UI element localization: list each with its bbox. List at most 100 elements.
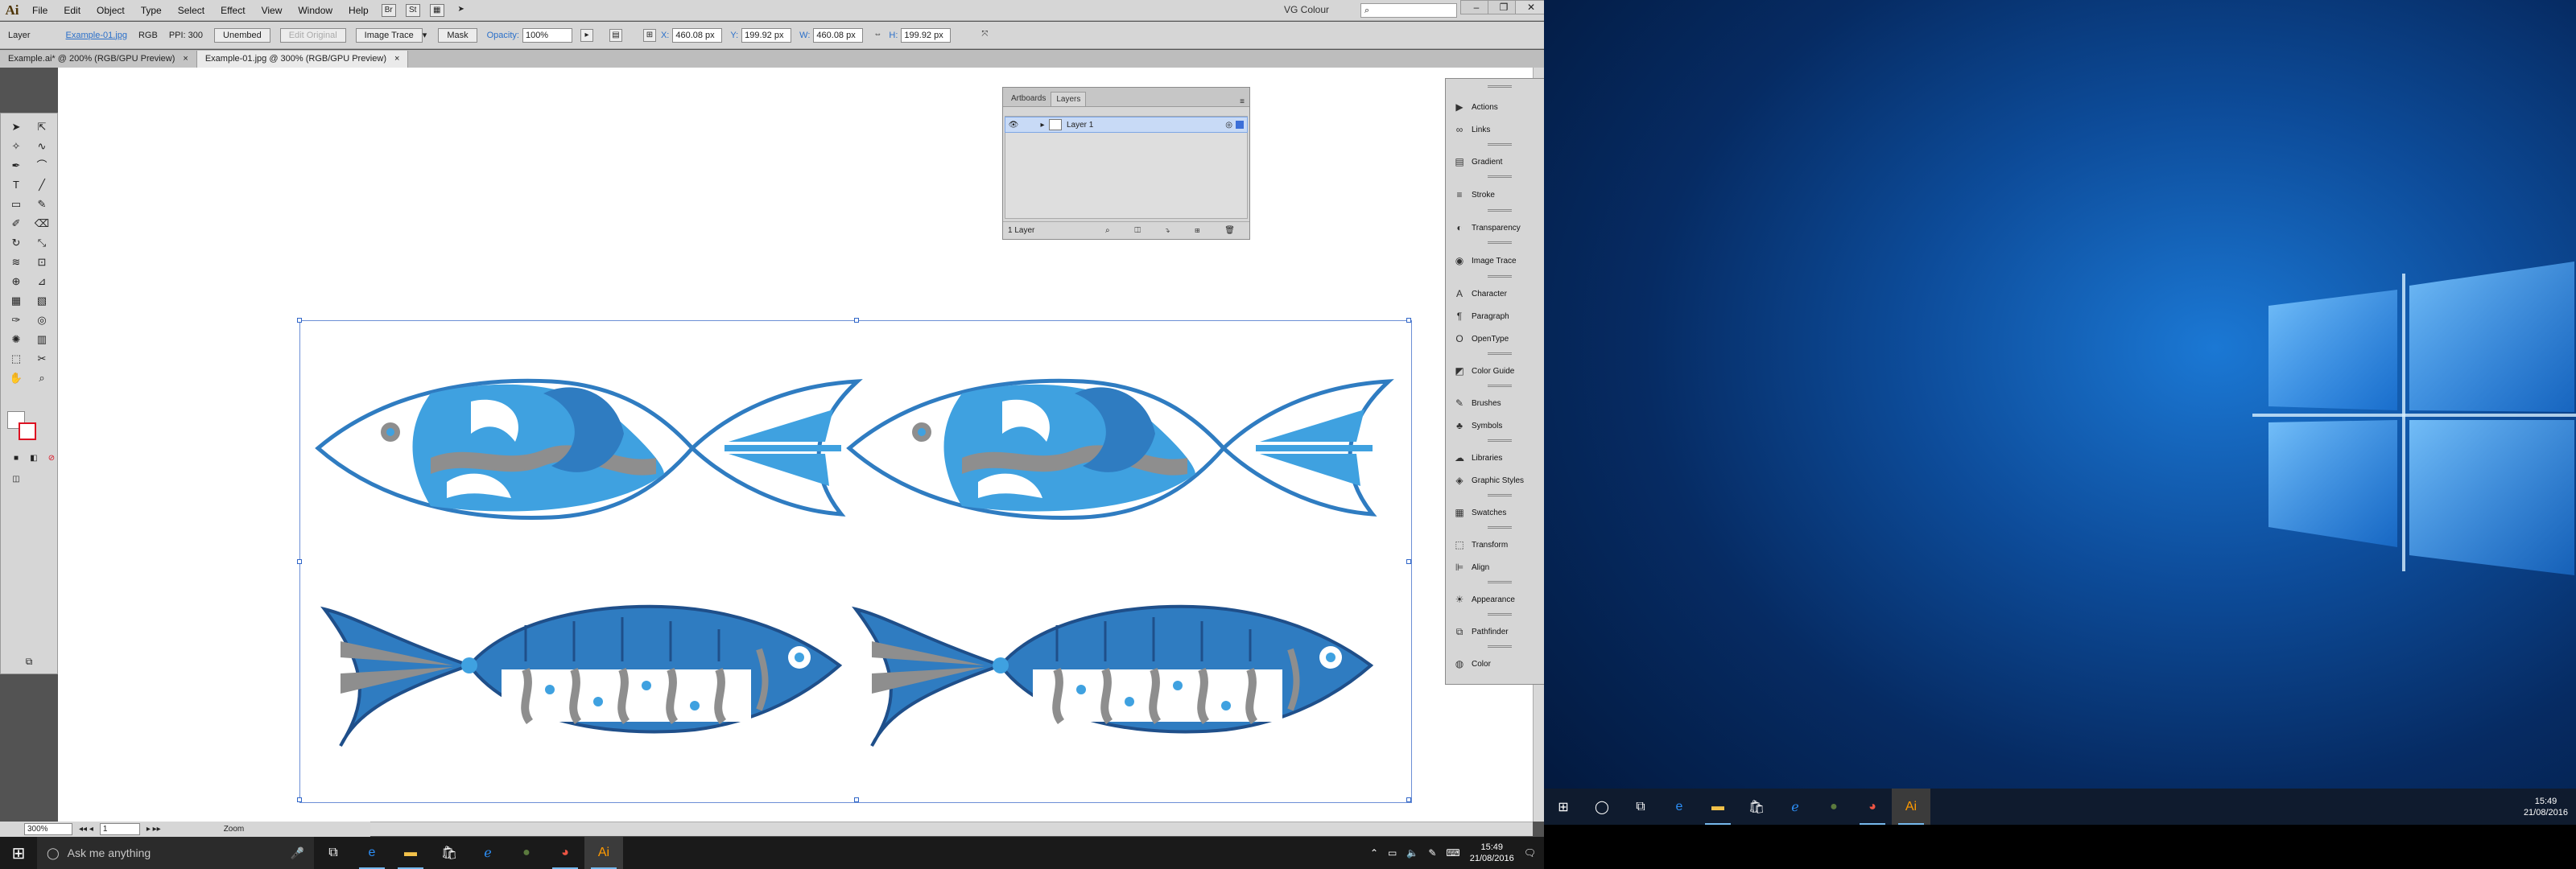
close-icon[interactable]: × [183, 51, 188, 68]
artboard-field[interactable]: 1 [99, 823, 140, 835]
color-mode-icon[interactable]: ■ [7, 450, 25, 467]
pen-tool-icon[interactable]: ✒ [7, 157, 25, 175]
edit-original-button[interactable]: Edit Original [279, 27, 346, 43]
selection-handle[interactable] [1406, 797, 1411, 802]
constrain-link-icon[interactable]: ⇔ [871, 29, 884, 42]
dock-grip[interactable] [1488, 143, 1512, 146]
selection-handle[interactable] [854, 318, 859, 323]
column-graph-tool-icon[interactable]: ▥ [33, 331, 51, 348]
search-icon[interactable]: ◯ [1583, 789, 1621, 825]
bridge-icon[interactable]: Br [381, 3, 396, 17]
edge-icon[interactable]: e [353, 837, 391, 869]
app-icon-secondary[interactable]: ● [1814, 789, 1853, 825]
notifications-icon[interactable]: 🗨 [1524, 847, 1536, 859]
dock-libraries[interactable]: ☁ Libraries [1446, 447, 1544, 468]
selection-handle[interactable] [1406, 559, 1411, 564]
chevron-right-icon[interactable]: ▸ [580, 28, 593, 42]
paintbrush-tool-icon[interactable]: ✎ [33, 196, 51, 213]
dock-opentype[interactable]: O OpenType [1446, 328, 1544, 349]
stock-icon[interactable]: St [405, 3, 420, 17]
chevron-down-icon[interactable]: ▾ [423, 30, 427, 40]
dock-stroke[interactable]: ≡ Stroke [1446, 184, 1544, 205]
selection-handle[interactable] [1406, 318, 1411, 323]
tab-example-01-jpg[interactable]: Example-01.jpg @ 300% (RGB/GPU Preview) … [196, 51, 409, 68]
volume-icon[interactable]: 🔈 [1406, 847, 1418, 859]
clock-secondary[interactable]: 15:49 21/08/2016 [2524, 789, 2568, 825]
gradient-tool-icon[interactable]: ▧ [33, 292, 51, 310]
dock-color[interactable]: ◍ Color [1446, 653, 1544, 674]
selection-handle[interactable] [854, 797, 859, 802]
app-icon[interactable]: ● [507, 837, 546, 869]
dock-transparency[interactable]: ◐ Transparency [1446, 217, 1544, 238]
menu-window[interactable]: Window [290, 5, 341, 16]
store-icon-secondary[interactable]: 🛍 [1737, 789, 1776, 825]
store-icon[interactable]: 🛍 [430, 837, 469, 869]
file-explorer-icon-secondary[interactable]: ▬ [1699, 789, 1737, 825]
tab-layers[interactable]: Layers [1051, 92, 1087, 106]
screen-mode-icon[interactable]: ⧉ [20, 653, 38, 670]
unembed-button[interactable]: Unembed [214, 27, 270, 43]
dock-grip[interactable] [1488, 275, 1512, 278]
menu-file[interactable]: File [24, 5, 56, 16]
close-button[interactable]: ✕ [1515, 0, 1544, 14]
dock-grip[interactable] [1488, 352, 1512, 355]
transform-icon[interactable]: ⤧ [978, 29, 991, 42]
dock-graphic-styles[interactable]: ◈ Graphic Styles [1446, 470, 1544, 491]
dock-appearance[interactable]: ☀ Appearance [1446, 589, 1544, 610]
dock-grip[interactable] [1488, 85, 1512, 88]
selection-handle[interactable] [297, 318, 302, 323]
direct-selection-tool-icon[interactable]: ⇱ [33, 118, 51, 136]
zoom-field[interactable]: 300% [24, 823, 72, 835]
panel-menu-icon[interactable]: ≡ [1240, 97, 1245, 106]
close-icon[interactable]: × [394, 51, 399, 68]
perspective-grid-tool-icon[interactable]: ⊿ [33, 273, 51, 290]
symbol-sprayer-tool-icon[interactable]: ✺ [7, 331, 25, 348]
dock-pathfinder[interactable]: ⧉ Pathfinder [1446, 621, 1544, 642]
width-tool-icon[interactable]: ≋ [7, 253, 25, 271]
dock-paragraph[interactable]: ¶ Paragraph [1446, 306, 1544, 327]
align-grid-icon[interactable]: ▤ [609, 28, 622, 42]
windows-start-icon-secondary[interactable]: ⊞ [1544, 789, 1583, 825]
scale-tool-icon[interactable]: ⤡ [33, 234, 51, 252]
dock-character[interactable]: A Character [1446, 283, 1544, 304]
cortana-search[interactable]: ◯ Ask me anything 🎤 [37, 837, 314, 869]
shaper-tool-icon[interactable]: ✐ [7, 215, 25, 233]
linked-file-link[interactable]: Example-01.jpg [66, 31, 127, 40]
chrome-icon[interactable]: ◕ [546, 837, 584, 869]
dock-grip[interactable] [1488, 613, 1512, 616]
task-view-icon-secondary[interactable]: ⧉ [1621, 789, 1660, 825]
free-transform-tool-icon[interactable]: ⊡ [33, 253, 51, 271]
slice-tool-icon[interactable]: ✂ [33, 350, 51, 368]
edge-icon-secondary[interactable]: e [1660, 789, 1699, 825]
image-trace-button[interactable]: Image Trace [355, 27, 423, 43]
layers-footer-icons[interactable]: ⌕ ◫ ⤵ ⊞ 🗑 [1105, 226, 1249, 235]
reference-point-icon[interactable]: ⊞ [642, 28, 656, 42]
dock-grip[interactable] [1488, 209, 1512, 212]
dock-transform[interactable]: ⬚ Transform [1446, 534, 1544, 555]
tab-example-ai[interactable]: Example.ai* @ 200% (RGB/GPU Preview) × [0, 51, 197, 68]
dock-align[interactable]: ⊫ Align [1446, 557, 1544, 578]
expand-triangle-icon[interactable]: ▸ [1036, 121, 1049, 130]
y-field[interactable]: 199.92 px [741, 27, 792, 43]
layer-name[interactable]: Layer 1 [1067, 121, 1093, 130]
dock-actions[interactable]: ▶ Actions [1446, 97, 1544, 117]
dock-links[interactable]: ∞ Links [1446, 119, 1544, 140]
dock-swatches[interactable]: ▦ Swatches [1446, 502, 1544, 523]
none-mode-icon[interactable]: ⊘ [43, 450, 60, 467]
file-explorer-icon[interactable]: ▬ [391, 837, 430, 869]
w-field[interactable]: 460.08 px [813, 27, 864, 43]
chevron-up-icon[interactable]: ⌃ [1370, 847, 1378, 859]
keyboard-icon[interactable]: ⌨ [1446, 847, 1459, 859]
eyedropper-tool-icon[interactable]: ✑ [7, 311, 25, 329]
eraser-tool-icon[interactable]: ⌫ [33, 215, 51, 233]
internet-explorer-icon-secondary[interactable]: ℯ [1776, 789, 1814, 825]
opacity-field[interactable]: 100% [522, 27, 572, 43]
rectangle-tool-icon[interactable]: ▭ [7, 196, 25, 213]
dock-symbols[interactable]: ♣ Symbols [1446, 415, 1544, 436]
selection-tool-icon[interactable]: ➤ [7, 118, 25, 136]
menu-select[interactable]: Select [170, 5, 213, 16]
dock-grip[interactable] [1488, 581, 1512, 583]
dock-color-guide[interactable]: ◩ Color Guide [1446, 360, 1544, 381]
dock-gradient[interactable]: ▤ Gradient [1446, 151, 1544, 172]
dock-grip[interactable] [1488, 241, 1512, 244]
